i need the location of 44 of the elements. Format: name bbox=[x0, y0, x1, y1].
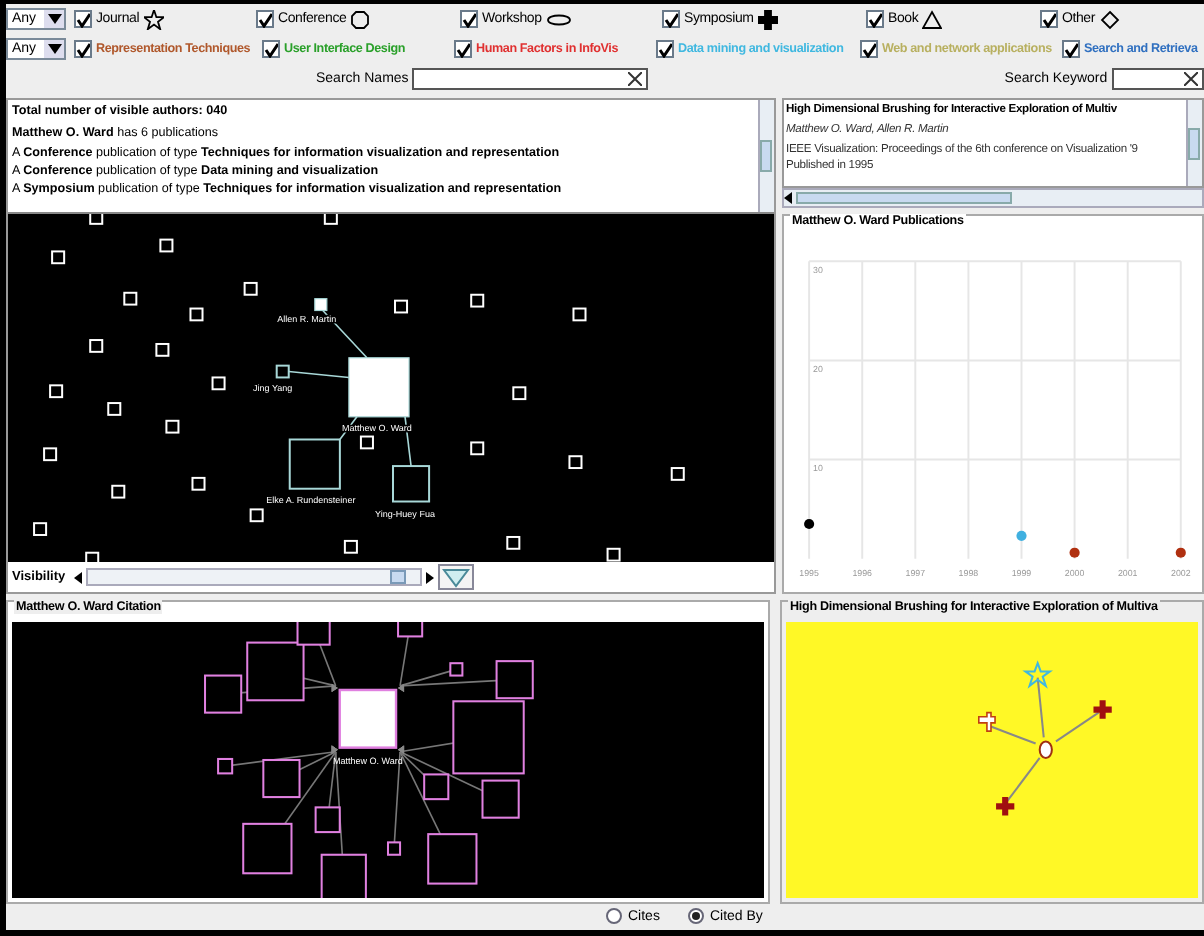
author-node[interactable] bbox=[392, 464, 431, 503]
data-point[interactable] bbox=[804, 518, 815, 530]
vertical-scrollbar[interactable] bbox=[758, 100, 774, 212]
data-point[interactable] bbox=[1069, 547, 1080, 558]
data-point[interactable] bbox=[1175, 547, 1186, 558]
dropdown-arrow-icon bbox=[44, 40, 64, 58]
checkbox[interactable] bbox=[656, 40, 674, 58]
visibility-slider[interactable] bbox=[85, 568, 422, 587]
search-field[interactable] bbox=[412, 68, 649, 90]
star-icon bbox=[143, 9, 164, 29]
author-node[interactable] bbox=[275, 364, 290, 378]
radio-button[interactable] bbox=[687, 908, 704, 924]
diamond-icon bbox=[1099, 9, 1120, 29]
cross-icon bbox=[757, 9, 778, 29]
checkbox[interactable] bbox=[262, 40, 280, 58]
checkbox[interactable] bbox=[860, 40, 878, 58]
scroll-left-icon[interactable] bbox=[71, 571, 84, 584]
checkbox[interactable] bbox=[256, 10, 274, 28]
radio-button[interactable] bbox=[606, 908, 622, 924]
checkbox[interactable] bbox=[866, 10, 884, 28]
vertical-scrollbar[interactable] bbox=[1186, 100, 1202, 187]
author-node[interactable] bbox=[338, 688, 398, 749]
triangle-icon bbox=[441, 567, 470, 588]
checkbox[interactable] bbox=[74, 40, 92, 58]
checkbox[interactable] bbox=[74, 10, 92, 28]
dropdown-arrow-icon bbox=[44, 10, 64, 28]
horizontal-scrollbar[interactable] bbox=[782, 188, 1204, 208]
author-node[interactable] bbox=[314, 297, 328, 311]
triangle-icon bbox=[922, 9, 943, 29]
author-node[interactable] bbox=[348, 356, 410, 417]
checkbox[interactable] bbox=[1062, 40, 1080, 58]
checkbox[interactable] bbox=[460, 10, 478, 28]
checkbox[interactable] bbox=[454, 40, 472, 58]
clear-icon bbox=[1184, 72, 1198, 86]
scroll-right-icon[interactable] bbox=[423, 571, 436, 584]
checkbox[interactable] bbox=[1040, 10, 1058, 28]
clear-icon bbox=[628, 72, 643, 86]
search-field[interactable] bbox=[1111, 68, 1204, 90]
collapse-button[interactable] bbox=[437, 564, 474, 591]
checkbox[interactable] bbox=[662, 10, 680, 28]
slider-thumb[interactable] bbox=[389, 570, 406, 585]
scroll-left-icon[interactable] bbox=[784, 192, 792, 205]
ellipse-icon bbox=[545, 9, 572, 29]
author-node[interactable] bbox=[288, 438, 341, 490]
